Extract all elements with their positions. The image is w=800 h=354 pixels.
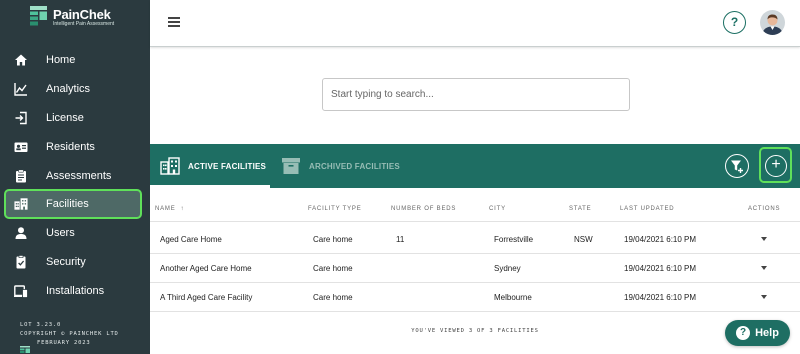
row-actions-dropdown-icon[interactable] (761, 266, 767, 270)
column-header-state[interactable]: STATE (569, 206, 591, 212)
help-question-icon: ? (736, 326, 751, 340)
cell-beds: 11 (396, 235, 405, 244)
sidebar-item-residents[interactable]: Residents (4, 133, 142, 161)
copyright-date: FEBRUARY 2023 (37, 340, 91, 346)
filter-add-button[interactable] (725, 154, 749, 178)
sidebar-item-security[interactable]: Security (4, 248, 142, 276)
cell-state: NSW (574, 235, 593, 244)
sidebar-item-label: Home (46, 54, 76, 66)
brand-tagline: Intelligent Pain Assessment (53, 21, 115, 27)
cell-facility-type: Care home (313, 264, 353, 273)
sidebar-item-label: Analytics (46, 83, 91, 95)
brand-name: PainChek (53, 7, 111, 22)
sidebar-item-label: Installations (46, 285, 105, 297)
hamburger-menu-icon[interactable] (168, 17, 180, 27)
user-icon (14, 226, 28, 240)
column-header-name[interactable]: NAME ↑ (155, 206, 184, 212)
tab-label: ARCHIVED FACILITIES (309, 161, 400, 171)
sidebar-item-assessments[interactable]: Assessments (4, 162, 142, 190)
sidebar-item-label: License (46, 112, 84, 124)
cell-facility-type: Care home (313, 235, 353, 244)
filter-plus-icon (731, 160, 743, 173)
app-version: LOT 3.23.0 (20, 322, 62, 328)
painchek-small-logo-icon (20, 340, 30, 353)
sidebar-item-license[interactable]: License (4, 104, 142, 132)
painchek-logo[interactable]: PainChek Intelligent Pain Assessment (30, 6, 120, 28)
column-header-number-of-beds[interactable]: NUMBER OF BEDS (391, 206, 456, 212)
row-actions-dropdown-icon[interactable] (761, 237, 767, 241)
sidebar-item-users[interactable]: Users (4, 219, 142, 247)
chart-line-icon (14, 82, 28, 96)
painchek-logo-icon (30, 6, 47, 26)
search-input[interactable] (322, 78, 630, 111)
sort-arrow-icon: ↑ (180, 206, 185, 212)
column-header-last-updated[interactable]: LAST UPDATED (620, 206, 674, 212)
row-actions-dropdown-icon[interactable] (761, 295, 767, 299)
security-clipboard-icon (14, 255, 28, 269)
cell-name: Another Aged Care Home (160, 264, 252, 273)
plus-icon: + (765, 155, 787, 177)
sidebar-item-label: Security (46, 256, 86, 268)
sign-in-icon (14, 111, 28, 125)
cell-city: Sydney (494, 264, 521, 273)
sidebar: PainChek Intelligent Pain Assessment Hom… (0, 0, 150, 354)
table-row[interactable]: A Third Aged Care Facility Care home Mel… (150, 283, 800, 312)
help-question-icon[interactable]: ? (723, 11, 746, 34)
table-row[interactable]: Another Aged Care Home Care home Sydney … (150, 254, 800, 283)
top-bar: ? (150, 0, 800, 47)
sidebar-item-label: Facilities (46, 198, 89, 210)
cell-last-updated: 19/04/2021 6:10 PM (624, 264, 697, 273)
cell-last-updated: 19/04/2021 6:10 PM (624, 235, 697, 244)
copyright: COPYRIGHT © PAINCHEK LTD (20, 331, 119, 337)
cell-facility-type: Care home (313, 293, 353, 302)
sidebar-item-installations[interactable]: Installations (4, 277, 142, 305)
clipboard-icon (14, 169, 28, 183)
cell-city: Melbourne (494, 293, 532, 302)
cell-last-updated: 19/04/2021 6:10 PM (624, 293, 697, 302)
sidebar-item-analytics[interactable]: Analytics (4, 75, 142, 103)
table-row[interactable]: Aged Care Home Care home 11 Forrestville… (150, 225, 800, 254)
tab-label: ACTIVE FACILITIES (188, 161, 267, 171)
sidebar-item-label: Assessments (46, 170, 112, 182)
avatar[interactable] (760, 10, 785, 35)
sidebar-item-label: Users (46, 227, 75, 239)
facilities-tab-bar: ACTIVE FACILITIES ARCHIVED FACILITIES + (150, 144, 800, 188)
id-card-icon (14, 140, 28, 154)
sidebar-item-facilities[interactable]: Facilities (4, 189, 142, 219)
cell-city: Forrestville (494, 235, 534, 244)
active-tab-indicator (150, 185, 270, 188)
column-header-actions: ACTIONS (748, 206, 781, 212)
archive-box-icon (282, 158, 300, 174)
column-header-facility-type[interactable]: FACILITY TYPE (308, 206, 362, 212)
sidebar-item-home[interactable]: Home (4, 46, 142, 74)
home-icon (14, 53, 28, 67)
tab-archived-facilities[interactable]: ARCHIVED FACILITIES (281, 144, 400, 188)
results-summary: YOU'VE VIEWED 3 OF 3 FACILITIES (411, 328, 539, 334)
add-facility-button[interactable]: + (759, 147, 792, 183)
tab-active-facilities[interactable]: ACTIVE FACILITIES (160, 144, 266, 188)
help-button-label: Help (755, 327, 779, 339)
building-icon (14, 197, 28, 211)
help-button[interactable]: ? Help (725, 320, 790, 346)
cell-name: Aged Care Home (160, 235, 222, 244)
devices-icon (14, 284, 28, 298)
sidebar-item-label: Residents (46, 141, 95, 153)
cell-name: A Third Aged Care Facility (160, 293, 253, 302)
column-header-city[interactable]: CITY (489, 206, 506, 212)
building-icon (160, 157, 180, 175)
table-header: NAME ↑ FACILITY TYPE NUMBER OF BEDS CITY… (150, 198, 800, 222)
